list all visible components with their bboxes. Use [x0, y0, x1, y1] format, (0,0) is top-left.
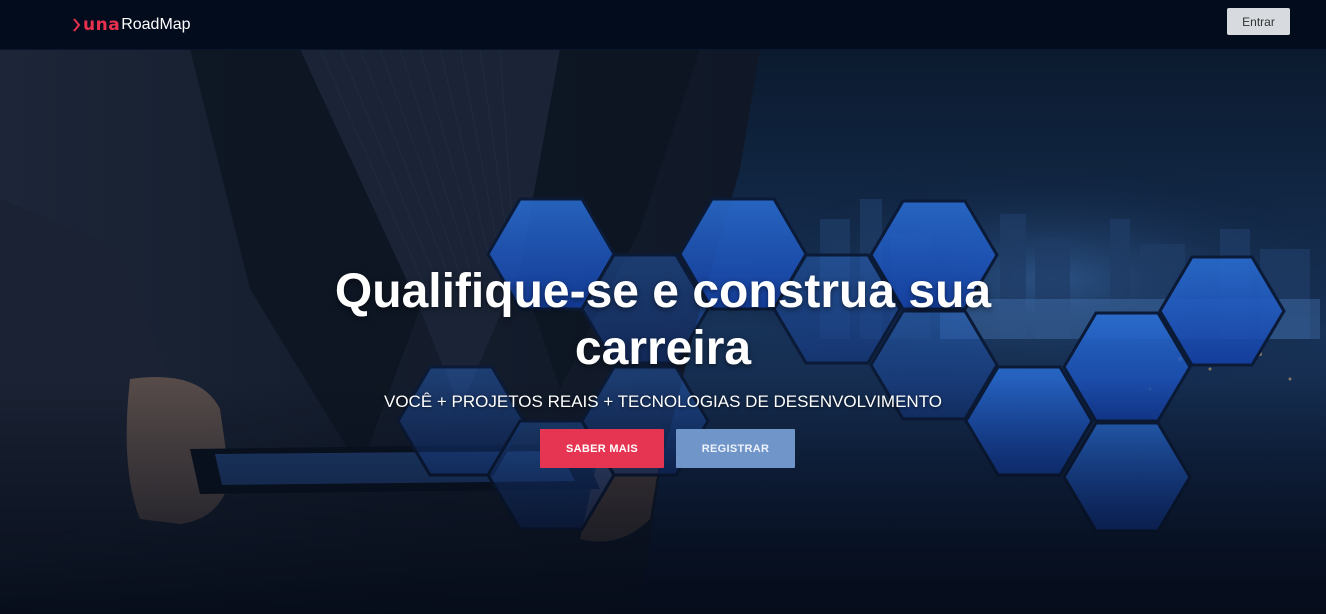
una-logo-icon: [73, 18, 81, 32]
brand-roadmap-text: RoadMap: [121, 16, 191, 33]
hero-subtitle: VOCÊ + PROJETOS REAIS + TECNOLOGIAS DE D…: [383, 392, 942, 411]
brand-una-text: una: [83, 15, 121, 35]
saber-mais-button[interactable]: SABER MAIS: [540, 429, 664, 468]
login-button[interactable]: Entrar: [1227, 8, 1290, 35]
registrar-button[interactable]: REGISTRAR: [676, 429, 795, 468]
hero-title: Qualifique-se e construa sua carreira: [334, 265, 992, 375]
hero-section: Qualifique-se e construa sua carreira VO…: [0, 49, 1326, 614]
landing-page: una RoadMap Entrar Qualifique-se e const…: [0, 0, 1326, 614]
top-navbar: una RoadMap Entrar: [0, 0, 1326, 50]
hero-content: Qualifique-se e construa sua carreira VO…: [0, 49, 1326, 614]
brand-logo[interactable]: una RoadMap: [73, 14, 191, 36]
